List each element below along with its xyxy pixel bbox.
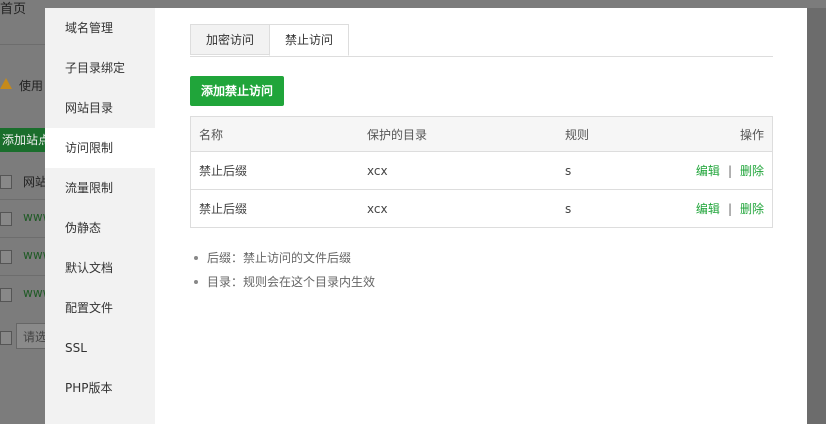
help-notes: 后缀：禁止访问的文件后缀 目录：规则会在这个目录内生效: [190, 246, 375, 294]
checkbox: [0, 288, 12, 302]
page-scrollbar[interactable]: [807, 8, 826, 424]
action-separator: |: [727, 163, 732, 178]
sidebar-item-subdir-binding[interactable]: 子目录绑定: [45, 48, 155, 88]
add-deny-access-button[interactable]: 添加禁止访问: [190, 76, 285, 106]
header-protected-dir: 保护的目录: [367, 127, 428, 142]
divider: [0, 275, 45, 276]
action-separator: |: [727, 201, 732, 216]
sidebar-item-domain[interactable]: 域名管理: [45, 8, 155, 48]
sidebar-item-ssl[interactable]: SSL: [45, 328, 155, 368]
header-actions: 操作: [739, 127, 764, 142]
sidebar-item-access-limit[interactable]: 访问限制: [45, 128, 155, 168]
tab-password-access[interactable]: 加密访问: [190, 24, 271, 55]
sidebar-item-php-version[interactable]: PHP版本: [45, 368, 155, 408]
tab-bar: 加密访问 禁止访问: [190, 24, 773, 57]
sidebar-item-config-file[interactable]: 配置文件: [45, 288, 155, 328]
row-rule: s: [565, 201, 572, 216]
sidebar-item-traffic-limit[interactable]: 流量限制: [45, 168, 155, 208]
warning-icon: [0, 78, 12, 89]
add-site-button: 添加站点: [0, 128, 50, 152]
tab-deny-access[interactable]: 禁止访问: [269, 24, 350, 56]
delete-link[interactable]: 删除: [740, 162, 764, 179]
sidebar-item-default-doc[interactable]: 默认文档: [45, 248, 155, 288]
row-dir: xcx: [367, 163, 388, 178]
header-rule: 规则: [565, 127, 590, 142]
deny-rules-table: 名称 保护的目录 规则 操作 禁止后缀 xcx s 编辑 | 删除 禁止后缀 x…: [190, 116, 773, 228]
row-dir: xcx: [367, 201, 388, 216]
checkbox: [0, 250, 12, 264]
checkbox: [0, 175, 12, 189]
note-item: 后缀：禁止访问的文件后缀: [190, 246, 375, 270]
table-header: 名称 保护的目录 规则 操作: [191, 117, 772, 152]
delete-link[interactable]: 删除: [740, 200, 764, 217]
checkbox: [0, 212, 12, 226]
content-panel: 加密访问 禁止访问 添加禁止访问 名称 保护的目录 规则 操作 禁止后缀 xcx…: [190, 8, 773, 424]
divider: [0, 237, 45, 238]
site-row-text: 网站: [23, 175, 48, 189]
row-actions: 编辑 | 删除: [696, 152, 764, 189]
home-link: 首页: [0, 2, 27, 17]
row-name: 禁止后缀: [199, 164, 248, 178]
header-name: 名称: [199, 127, 224, 142]
table-row: 禁止后缀 xcx s 编辑 | 删除: [191, 152, 772, 190]
sidebar-item-rewrite[interactable]: 伪静态: [45, 208, 155, 248]
checkbox: [0, 331, 12, 345]
row-actions: 编辑 | 删除: [696, 190, 764, 227]
edit-link[interactable]: 编辑: [696, 162, 720, 179]
site-settings-modal: 域名管理 子目录绑定 网站目录 访问限制 流量限制 伪静态 默认文档 配置文件 …: [45, 8, 807, 424]
settings-sidebar: 域名管理 子目录绑定 网站目录 访问限制 流量限制 伪静态 默认文档 配置文件 …: [45, 8, 155, 424]
sidebar-item-site-dir[interactable]: 网站目录: [45, 88, 155, 128]
row-name: 禁止后缀: [199, 202, 248, 216]
edit-link[interactable]: 编辑: [696, 200, 720, 217]
note-item: 目录：规则会在这个目录内生效: [190, 270, 375, 294]
row-rule: s: [565, 163, 572, 178]
divider: [0, 199, 45, 200]
warning-text: 使用: [19, 79, 44, 93]
divider: [0, 44, 45, 45]
table-row: 禁止后缀 xcx s 编辑 | 删除: [191, 190, 772, 227]
